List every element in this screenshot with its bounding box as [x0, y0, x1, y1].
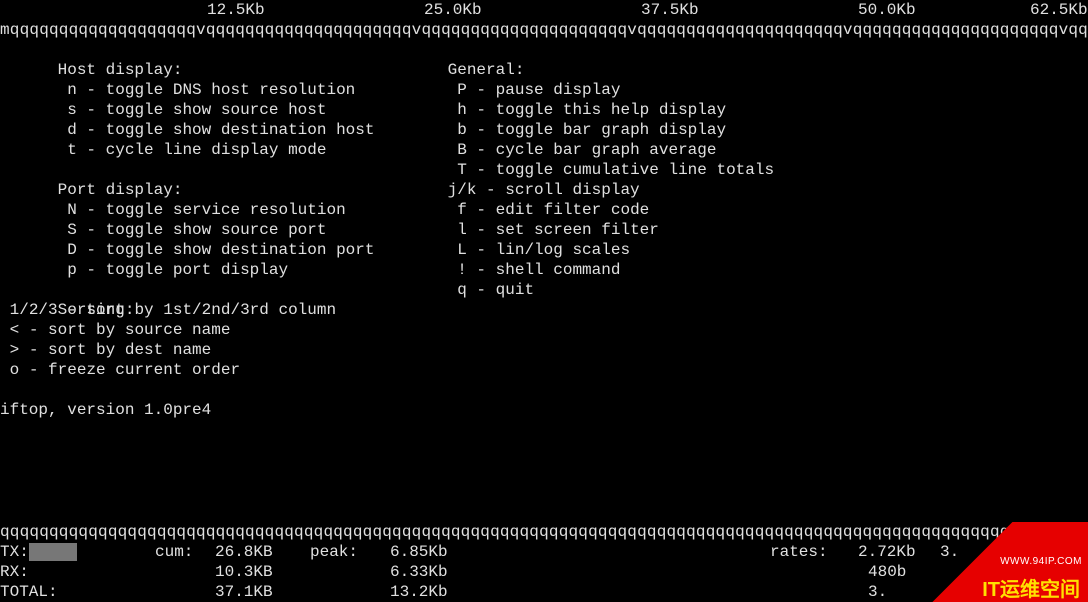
help-sort-o: o - freeze current order [0, 360, 1088, 380]
help-port-S: S - toggle show source port [58, 220, 448, 240]
tx-rate2: 3. [940, 542, 959, 562]
help-general-b: b - toggle bar graph display [448, 120, 726, 140]
help-general-P: P - pause display [448, 80, 621, 100]
help-sort-123: 1/2/3 - sort by 1st/2nd/3rd column [0, 300, 1088, 320]
blank-left-2 [58, 280, 448, 300]
blank-row [0, 380, 1088, 400]
scale-rule: mqqqqqqqqqqqqqqqqqqqvqqqqqqqqqqqqqqqqqqq… [0, 20, 1088, 40]
label-peak: peak: [310, 542, 358, 562]
help-general-q: q - quit [448, 280, 534, 300]
help-port-D: D - toggle show destination port [58, 240, 448, 260]
help-general-B: B - cycle bar graph average [448, 140, 717, 160]
help-general-h: h - toggle this help display [448, 100, 726, 120]
help-host-n: n - toggle DNS host resolution [58, 80, 448, 100]
rx-peak: 6.33Kb [390, 562, 448, 582]
footer-stats: qqqqqqqqqqqqqqqqqqqqqqqqqqqqqqqqqqqqqqqq… [0, 522, 1088, 602]
help-screen: Host display:General: n - toggle DNS hos… [0, 40, 1088, 420]
help-host-s: s - toggle show source host [58, 100, 448, 120]
total-cum: 37.1KB [215, 582, 273, 602]
rx-rate1: 480b [868, 562, 906, 582]
label-rates: rates: [770, 542, 828, 562]
help-general-bang: ! - shell command [448, 260, 621, 280]
scale-tick-1: 12.5Kb [207, 0, 265, 20]
general-header: General: [448, 60, 525, 80]
label-total: TOTAL: [0, 582, 58, 602]
rx-cum: 10.3KB [215, 562, 273, 582]
help-sort-lt: < - sort by source name [0, 320, 1088, 340]
tx-rate1: 2.72Kb [858, 542, 916, 562]
scale-tick-3: 37.5Kb [641, 0, 699, 20]
tx-peak: 6.85Kb [390, 542, 448, 562]
footer-row-tx: TX: cum: 26.8KB peak: 6.85Kb rates: 2.72… [0, 542, 1088, 562]
total-peak: 13.2Kb [390, 582, 448, 602]
total-rate1: 3. [868, 582, 887, 602]
version-line: iftop, version 1.0pre4 [0, 400, 1088, 420]
help-sort-gt: > - sort by dest name [0, 340, 1088, 360]
host-display-header: Host display: [58, 60, 448, 80]
help-general-L: L - lin/log scales [448, 240, 630, 260]
footer-row-total: TOTAL: 37.1KB 13.2Kb 3. [0, 582, 1088, 602]
help-host-t: t - cycle line display mode [58, 140, 448, 160]
help-general-jk: j/k - scroll display [448, 180, 640, 200]
label-tx: TX: [0, 543, 29, 561]
footer-separator: qqqqqqqqqqqqqqqqqqqqqqqqqqqqqqqqqqqqqqqq… [0, 522, 1088, 542]
terminal-screen: { "scale": { "ticks": ["12.5Kb", "25.0Kb… [0, 0, 1088, 602]
label-cum: cum: [155, 542, 193, 562]
label-rx: RX: [0, 562, 29, 582]
scale-tick-5: 62.5Kb [1030, 0, 1088, 20]
help-general-T: T - toggle cumulative line totals [448, 160, 774, 180]
bandwidth-scale: 12.5Kb 25.0Kb 37.5Kb 50.0Kb 62.5Kb [0, 0, 1088, 20]
help-port-p: p - toggle port display [58, 260, 448, 280]
help-port-N: N - toggle service resolution [58, 200, 448, 220]
scale-tick-2: 25.0Kb [424, 0, 482, 20]
help-general-f: f - edit filter code [448, 200, 650, 220]
blank-left-1 [58, 160, 448, 180]
footer-row-rx: RX: 10.3KB 6.33Kb 480b [0, 562, 1088, 582]
help-general-l: l - set screen filter [448, 220, 659, 240]
port-display-header: Port display: [58, 180, 448, 200]
tx-cum: 26.8KB [215, 542, 273, 562]
scale-tick-4: 50.0Kb [858, 0, 916, 20]
cursor-block [29, 543, 77, 561]
help-host-d: d - toggle show destination host [58, 120, 448, 140]
